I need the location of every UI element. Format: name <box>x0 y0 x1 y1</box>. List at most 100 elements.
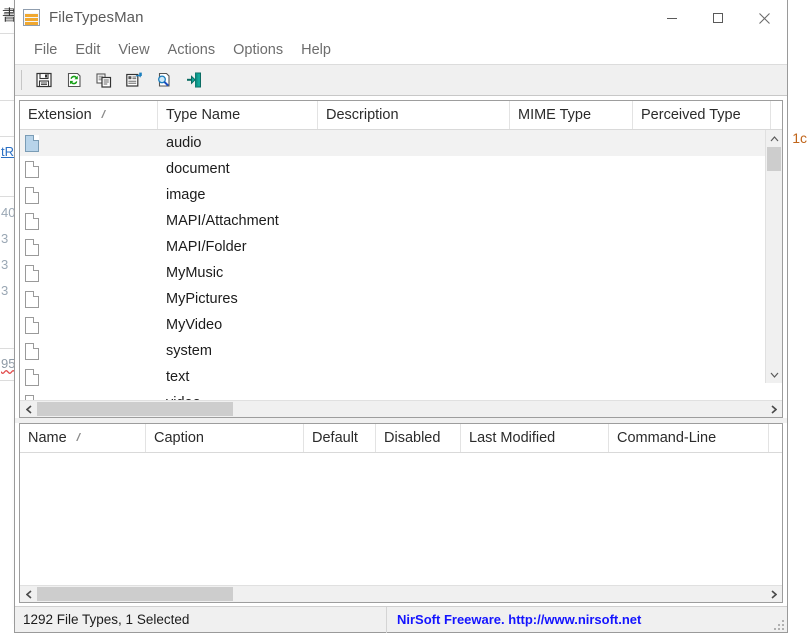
actions-scroll-right-icon[interactable] <box>765 586 782 603</box>
scroll-down-icon[interactable] <box>766 366 782 383</box>
column-header-label: Description <box>326 107 399 123</box>
vertical-scroll-thumb[interactable] <box>767 147 781 171</box>
cell-type-name: MyMusic <box>166 265 224 281</box>
file-document-icon <box>25 264 39 282</box>
cell-type-name: MyVideo <box>166 317 223 333</box>
menu-bar: File Edit View Actions Options Help <box>15 36 787 64</box>
file-document-icon <box>25 238 39 256</box>
minimize-icon[interactable] <box>649 0 695 36</box>
properties-button[interactable] <box>120 67 148 93</box>
actions-scroll-left-icon[interactable] <box>20 586 37 603</box>
status-bar: 1292 File Types, 1 Selected NirSoft Free… <box>15 606 787 633</box>
table-row[interactable]: MAPI/Folder <box>20 234 782 260</box>
column-header-command-line[interactable]: Command-Line <box>609 424 769 452</box>
title-bar: FileTypesMan <box>15 0 787 36</box>
sort-ascending-icon: / <box>75 432 81 444</box>
file-types-list-pane: Extension / Type Name Description MIME Type P… <box>19 100 783 418</box>
window-title: FileTypesMan <box>49 9 144 26</box>
sort-ascending-icon: / <box>100 109 106 121</box>
exit-door-icon <box>187 72 201 88</box>
column-header-label: Command-Line <box>617 430 717 446</box>
table-row[interactable]: audio <box>20 130 782 156</box>
column-header-type-name[interactable]: Type Name <box>158 101 318 129</box>
table-row[interactable]: video <box>20 390 782 400</box>
find-button[interactable] <box>150 67 178 93</box>
table-row[interactable]: MyMusic <box>20 260 782 286</box>
column-header-label: Default <box>312 430 358 446</box>
actions-list-body[interactable] <box>20 453 782 585</box>
table-row[interactable]: MAPI/Attachment <box>20 208 782 234</box>
file-types-list-body[interactable]: audio document image MAPI/Attachment MAPI/Fo… <box>20 130 782 400</box>
actions-horizontal-scroll-thumb[interactable] <box>37 587 233 601</box>
status-credit-link[interactable]: NirSoft Freeware. http://www.nirsoft.net <box>387 607 787 633</box>
close-icon[interactable] <box>741 0 787 36</box>
cell-extension <box>20 264 158 282</box>
menu-file[interactable]: File <box>25 40 66 60</box>
save-button[interactable] <box>30 67 58 93</box>
column-header-label: Type Name <box>166 107 241 123</box>
menu-help[interactable]: Help <box>292 40 340 60</box>
column-header-perceived-type[interactable]: Perceived Type <box>633 101 771 129</box>
file-document-icon <box>25 160 39 178</box>
table-row[interactable]: MyVideo <box>20 312 782 338</box>
refresh-icon <box>67 72 81 88</box>
column-header-default[interactable]: Default <box>304 424 376 452</box>
menu-actions[interactable]: Actions <box>159 40 225 60</box>
cell-extension <box>20 342 158 360</box>
status-count: 1292 File Types, 1 Selected <box>15 606 387 633</box>
horizontal-scroll-thumb[interactable] <box>37 402 233 416</box>
menu-edit[interactable]: Edit <box>66 40 109 60</box>
column-header-mime-type[interactable]: MIME Type <box>510 101 633 129</box>
actions-horizontal-scrollbar[interactable] <box>20 585 782 602</box>
filetypes-grid-icon <box>23 9 40 26</box>
table-row[interactable]: document <box>20 156 782 182</box>
table-row[interactable]: MyPictures <box>20 286 782 312</box>
cell-type-name: MyPictures <box>166 291 238 307</box>
find-icon <box>158 72 170 87</box>
table-row[interactable]: text <box>20 364 782 390</box>
actions-list-pane: Name / Caption Default Disabled Last Modified… <box>19 423 783 603</box>
column-header-description[interactable]: Description <box>318 101 510 129</box>
exit-button[interactable] <box>180 67 208 93</box>
background-text-fragment: 3 <box>1 257 9 272</box>
refresh-button[interactable] <box>60 67 88 93</box>
file-document-icon <box>25 316 39 334</box>
column-header-name[interactable]: Name / <box>20 424 146 452</box>
menu-options[interactable]: Options <box>224 40 292 60</box>
cell-extension <box>20 160 158 178</box>
cell-type-name: audio <box>166 135 202 151</box>
background-text-fragment: 3 <box>1 231 9 246</box>
cell-extension <box>20 290 158 308</box>
maximize-icon[interactable] <box>695 0 741 36</box>
column-header-label: Disabled <box>384 430 441 446</box>
file-types-horizontal-scrollbar[interactable] <box>20 400 782 417</box>
desktop-background: 書 tR 40 3 3 3 95 1c FileTypesMan File Ed… <box>0 0 808 642</box>
toolbar-grip <box>21 70 22 90</box>
cell-extension <box>20 134 158 152</box>
scroll-up-icon[interactable] <box>766 130 782 147</box>
column-header-label: Extension <box>28 107 92 123</box>
copy-icon <box>96 73 112 88</box>
table-row[interactable]: system <box>20 338 782 364</box>
file-document-icon <box>25 134 39 152</box>
column-header-extension[interactable]: Extension / <box>20 101 158 129</box>
file-types-vertical-scrollbar[interactable] <box>765 130 782 383</box>
column-header-label: MIME Type <box>518 107 592 123</box>
cell-extension <box>20 368 158 386</box>
actions-column-headers: Name / Caption Default Disabled Last Modified… <box>20 424 782 453</box>
menu-view[interactable]: View <box>109 40 158 60</box>
background-right-strip: 1c <box>786 0 808 642</box>
scroll-left-icon[interactable] <box>20 401 37 418</box>
column-header-disabled[interactable]: Disabled <box>376 424 461 452</box>
cell-type-name: system <box>166 343 212 359</box>
scroll-right-icon[interactable] <box>765 401 782 418</box>
cell-extension <box>20 186 158 204</box>
column-header-caption[interactable]: Caption <box>146 424 304 452</box>
column-header-label: Name <box>28 430 67 446</box>
cell-type-name: text <box>166 369 190 385</box>
cell-type-name: MAPI/Attachment <box>166 213 279 229</box>
copy-button[interactable] <box>90 67 118 93</box>
resize-grip-icon[interactable] <box>772 618 784 630</box>
table-row[interactable]: image <box>20 182 782 208</box>
column-header-last-modified[interactable]: Last Modified <box>461 424 609 452</box>
